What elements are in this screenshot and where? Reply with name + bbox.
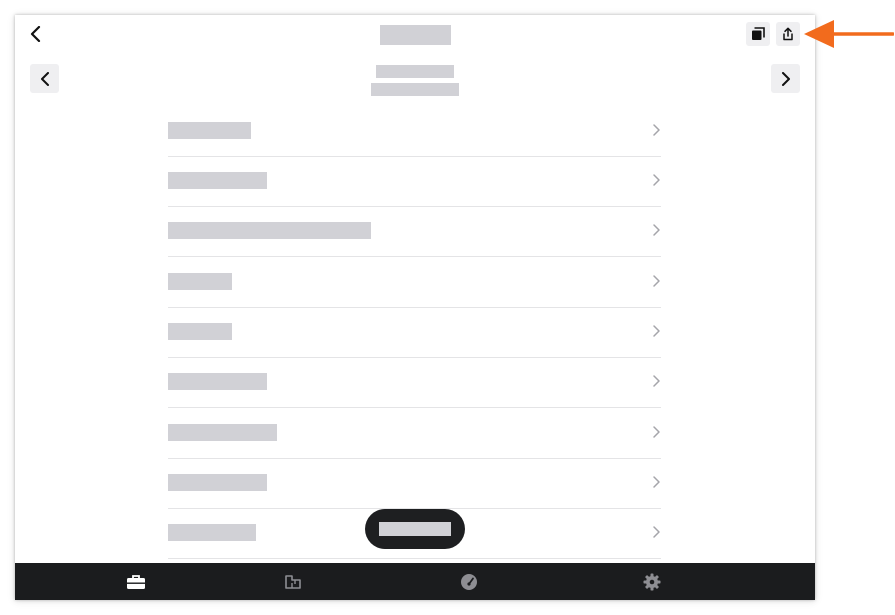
dashboard-gauge-icon <box>461 574 477 590</box>
chevron-right-icon <box>653 174 660 186</box>
tab-dashboard[interactable] <box>458 571 480 593</box>
annotation-arrow-icon <box>804 20 894 48</box>
tab-toolbox[interactable] <box>125 571 147 593</box>
toast-notification <box>365 509 465 549</box>
toast-text <box>379 522 451 536</box>
list-item-label <box>168 222 371 239</box>
list-item-label <box>168 323 232 340</box>
share-icon <box>783 27 793 41</box>
pager-subtitle <box>371 83 459 96</box>
list-item-label <box>168 273 232 290</box>
gear-icon <box>643 573 661 591</box>
list-item-label <box>168 373 267 390</box>
list-item[interactable] <box>168 458 661 509</box>
tab-settings[interactable] <box>641 571 663 593</box>
app-window <box>15 15 815 600</box>
chevron-right-icon <box>781 71 790 86</box>
back-button[interactable] <box>25 23 47 45</box>
list-item[interactable] <box>168 408 661 459</box>
chevron-left-icon <box>40 71 49 86</box>
page-title <box>380 25 451 45</box>
copy-icon <box>752 27 765 40</box>
list-item[interactable] <box>168 106 661 157</box>
pager-title <box>376 65 454 78</box>
list-item[interactable] <box>168 307 661 358</box>
chevron-right-icon <box>653 325 660 337</box>
chevron-right-icon <box>653 375 660 387</box>
share-button[interactable] <box>776 22 800 46</box>
list-item-label <box>168 474 267 491</box>
list-item-label <box>168 122 251 139</box>
chevron-right-icon <box>653 275 660 287</box>
chevron-right-icon <box>653 124 660 136</box>
chevron-right-icon <box>653 224 660 236</box>
tab-floorplan[interactable] <box>282 571 304 593</box>
previous-button[interactable] <box>30 64 59 93</box>
chevron-left-icon <box>30 26 41 42</box>
next-button[interactable] <box>771 64 800 93</box>
list-item-label <box>168 424 277 441</box>
list-item[interactable] <box>168 206 661 257</box>
list-item[interactable] <box>168 257 661 308</box>
chevron-right-icon <box>653 426 660 438</box>
chevron-right-icon <box>653 476 660 488</box>
list-item[interactable] <box>168 156 661 207</box>
toolbox-icon <box>127 575 145 589</box>
list-item[interactable] <box>168 357 661 408</box>
list-item-label <box>168 172 267 189</box>
copy-button[interactable] <box>746 22 770 46</box>
chevron-right-icon <box>653 526 660 538</box>
tab-bar <box>15 563 815 600</box>
list-item-label <box>168 524 256 541</box>
floorplan-icon <box>285 575 301 589</box>
